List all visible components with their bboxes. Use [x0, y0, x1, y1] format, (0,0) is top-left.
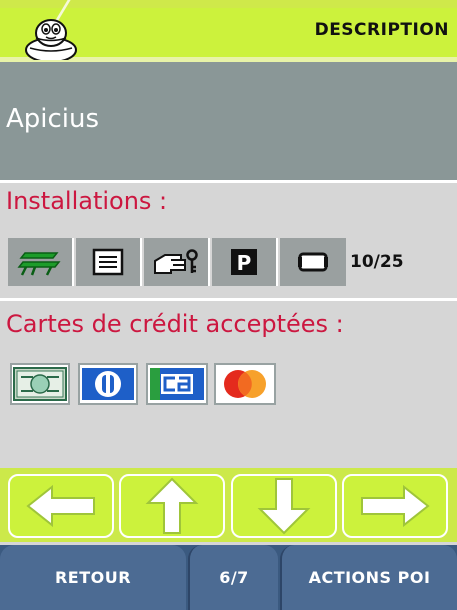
back-button-label: RETOUR	[54, 568, 132, 587]
arrow-left-icon	[26, 484, 95, 528]
menu-list-icon	[76, 238, 142, 286]
svg-text:P: P	[237, 251, 252, 275]
page-indicator-label: 6/7	[219, 568, 249, 587]
arrow-up-button[interactable]	[119, 474, 225, 538]
arrow-right-button[interactable]	[342, 474, 448, 538]
mastercard-icon	[214, 363, 276, 405]
michelin-bibendum-icon	[25, 19, 77, 60]
page-indicator: 6/7	[188, 545, 278, 610]
arrow-down-button[interactable]	[231, 474, 337, 538]
actions-poi-button[interactable]: ACTIONS POI	[280, 545, 457, 610]
parking-icon: P	[212, 238, 278, 286]
header-bar: DESCRIPTION	[0, 0, 457, 62]
arrow-up-icon	[145, 477, 199, 534]
installations-heading: Installations :	[6, 187, 168, 215]
carte-bleue-icon	[146, 363, 208, 405]
garden-terrace-icon	[8, 238, 74, 286]
arrow-right-icon	[361, 484, 430, 528]
back-button[interactable]: RETOUR	[0, 545, 186, 610]
credit-cards-heading: Cartes de crédit acceptées :	[6, 310, 344, 338]
diners-club-icon	[78, 363, 138, 405]
actions-poi-label: ACTIONS POI	[308, 568, 431, 587]
arrow-down-icon	[257, 478, 311, 535]
poi-name-band: Apicius	[0, 62, 457, 180]
valet-hand-key-icon	[144, 238, 210, 286]
rooms-count: 10/25	[350, 252, 404, 272]
room-capacity-icon	[280, 238, 346, 286]
page-title: DESCRIPTION	[314, 20, 449, 40]
divider	[0, 180, 457, 183]
divider	[0, 298, 457, 301]
poi-name: Apicius	[6, 104, 100, 134]
american-express-icon	[10, 363, 70, 405]
arrow-left-button[interactable]	[8, 474, 114, 538]
